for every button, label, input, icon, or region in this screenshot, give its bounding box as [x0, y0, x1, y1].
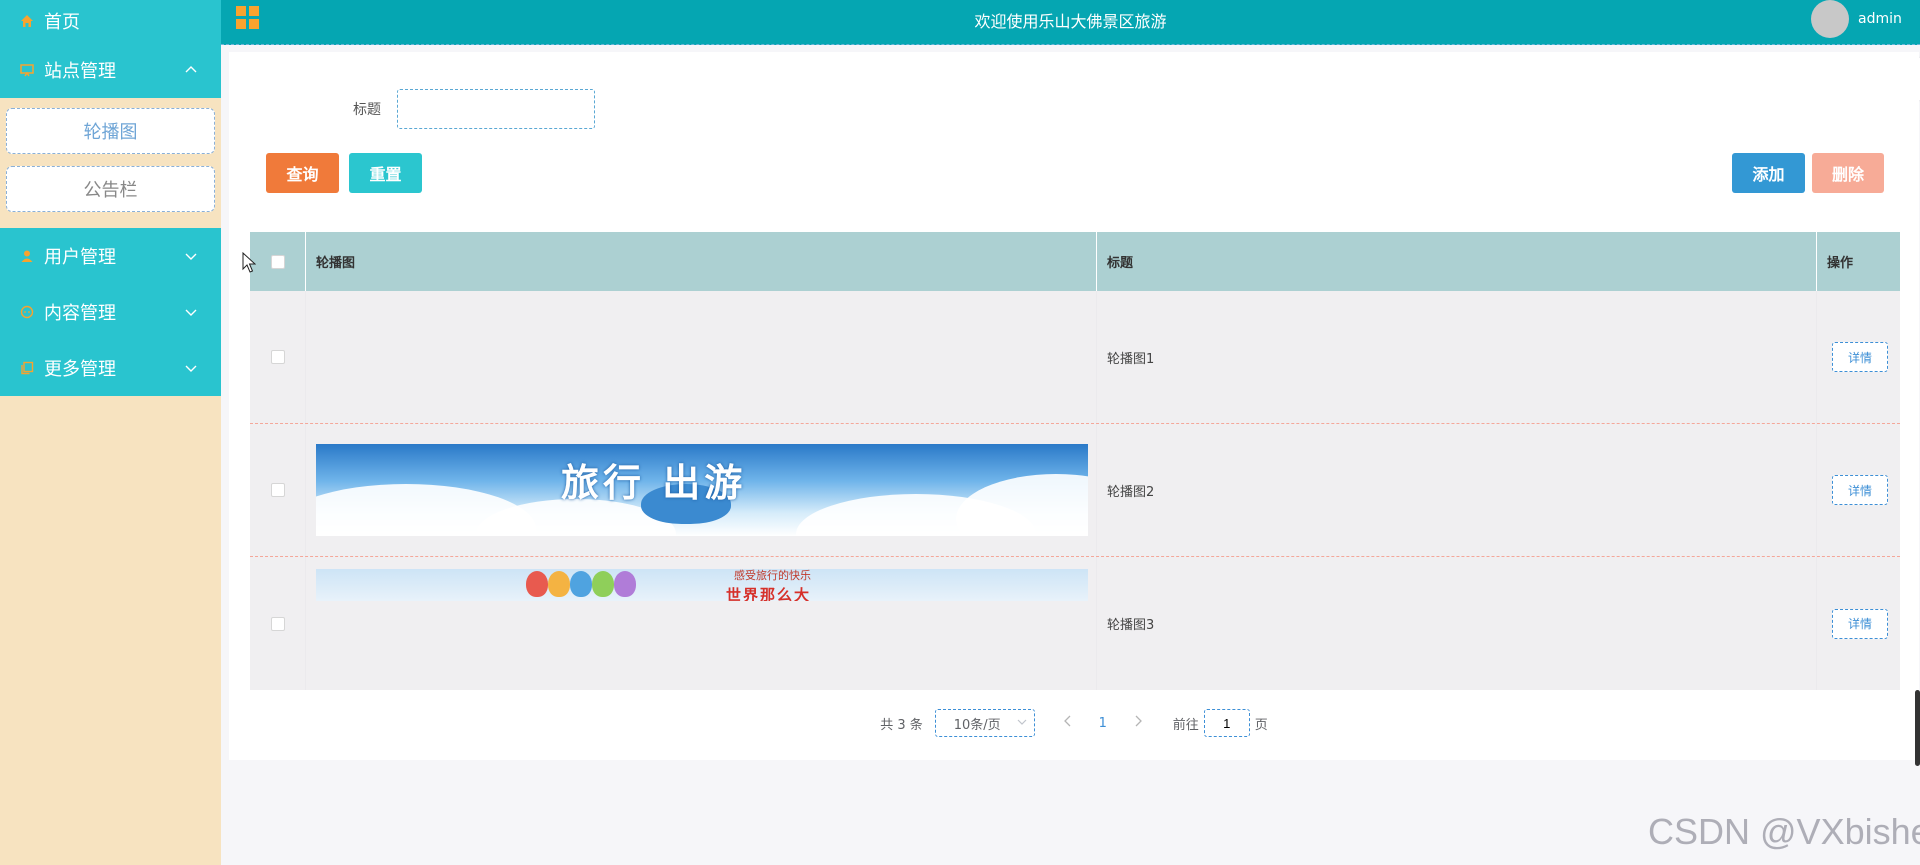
- sidebar-item-label: 更多管理: [44, 359, 116, 380]
- search-title-label: 标题: [353, 102, 381, 118]
- sidebar-item-label: 首页: [44, 12, 80, 33]
- table-row: 轮播图1 详情: [250, 291, 1900, 424]
- copy-icon: [18, 361, 36, 375]
- reset-button[interactable]: 重置: [349, 153, 422, 193]
- page-suffix-label: 页: [1254, 717, 1268, 733]
- carousel-image-2-text: 旅行 出游: [561, 460, 747, 505]
- detail-button[interactable]: 详情: [1832, 342, 1888, 372]
- sidebar-item-notice[interactable]: 公告栏: [6, 166, 215, 212]
- carousel-image-2: 旅行 出游: [316, 444, 1088, 536]
- avatar[interactable]: [1811, 0, 1849, 38]
- user-icon: [18, 249, 36, 263]
- goto-label: 前往: [1172, 717, 1199, 733]
- page-number-current[interactable]: 1: [1083, 716, 1123, 731]
- row-checkbox-cell: [250, 291, 306, 423]
- page-size-value: 10条/页: [953, 717, 1001, 733]
- sidebar-item-label: 内容管理: [44, 303, 116, 324]
- sidebar-item-more-management[interactable]: 更多管理: [0, 340, 221, 396]
- next-page-icon[interactable]: [1123, 715, 1153, 731]
- chevron-down-icon: [1016, 716, 1028, 728]
- table-row: 感受旅行的快乐 世界那么大 轮播图3 详情: [250, 557, 1900, 690]
- sidebar-item-label: 站点管理: [44, 61, 116, 82]
- watermark: CSDN @VXbishe: [1648, 811, 1920, 852]
- carousel-image-3-line1: 感受旅行的快乐: [734, 569, 811, 582]
- row-checkbox-cell: [250, 557, 306, 690]
- chevron-up-icon: [183, 62, 199, 78]
- header-checkbox-cell: [250, 232, 306, 291]
- row-checkbox[interactable]: [270, 350, 285, 364]
- home-icon: [18, 14, 36, 28]
- content-card: 标题 查询 重置 添加 删除 轮播图 标题 操作 轮播图1 详情 旅行 出游 轮…: [229, 52, 1919, 760]
- row-action-cell: 详情: [1817, 291, 1900, 423]
- row-image-cell: 旅行 出游: [306, 424, 1097, 556]
- chevron-down-icon: [183, 360, 199, 376]
- pagination-total: 共 3 条: [880, 717, 923, 733]
- row-checkbox[interactable]: [270, 616, 285, 631]
- prev-page-icon[interactable]: [1053, 715, 1083, 731]
- row-checkbox-cell: [250, 424, 306, 556]
- select-all-checkbox[interactable]: [270, 254, 285, 269]
- monitor-icon: [18, 63, 36, 77]
- delete-button[interactable]: 删除: [1812, 153, 1884, 193]
- sidebar: 首页 站点管理 轮播图 公告栏 用户管理 内容管理 更多管理: [0, 0, 221, 865]
- chat-icon: [18, 305, 36, 319]
- top-header: 欢迎使用乐山大佛景区旅游 admin: [221, 0, 1920, 45]
- carousel-image-3-line2: 世界那么大: [726, 586, 812, 601]
- pagination: 共 3 条 10条/页 1 前往 页: [229, 708, 1919, 738]
- chevron-down-icon: [183, 248, 199, 264]
- table-row: 旅行 出游 轮播图2 详情: [250, 424, 1900, 557]
- detail-button[interactable]: 详情: [1832, 475, 1888, 505]
- carousel-table: 轮播图 标题 操作 轮播图1 详情 旅行 出游 轮播图2 详情 感受旅行的快乐 …: [250, 232, 1900, 690]
- row-image-cell: [306, 291, 1097, 423]
- query-button[interactable]: 查询: [266, 153, 339, 193]
- detail-button[interactable]: 详情: [1832, 608, 1888, 639]
- row-title: 轮播图3: [1097, 557, 1817, 690]
- scrollbar-thumb[interactable]: [1915, 690, 1920, 766]
- sidebar-item-content-management[interactable]: 内容管理: [0, 284, 221, 340]
- column-header-image[interactable]: 轮播图: [306, 232, 1097, 291]
- page-title: 欢迎使用乐山大佛景区旅游: [974, 12, 1167, 31]
- chevron-down-icon: [183, 304, 199, 320]
- row-title: 轮播图1: [1097, 291, 1817, 423]
- row-action-cell: 详情: [1817, 557, 1900, 690]
- goto-page-input[interactable]: [1203, 709, 1250, 737]
- sidebar-item-user-management[interactable]: 用户管理: [0, 228, 221, 284]
- sidebar-item-site-management[interactable]: 站点管理: [0, 42, 221, 98]
- sidebar-item-label: 用户管理: [44, 247, 116, 268]
- column-header-action: 操作: [1827, 256, 1854, 271]
- row-checkbox[interactable]: [270, 483, 285, 497]
- column-header-title[interactable]: 标题: [1097, 232, 1817, 291]
- mouse-cursor-icon: [242, 252, 256, 273]
- site-management-submenu: 轮播图 公告栏: [0, 98, 221, 228]
- sidebar-item-carousel[interactable]: 轮播图: [6, 108, 215, 154]
- page-size-select[interactable]: 10条/页: [934, 709, 1035, 737]
- sidebar-item-home[interactable]: 首页: [0, 0, 221, 42]
- add-button[interactable]: 添加: [1732, 153, 1805, 193]
- search-title-input[interactable]: [397, 89, 595, 129]
- row-image-cell: 感受旅行的快乐 世界那么大: [306, 557, 1097, 690]
- username-label[interactable]: admin: [1858, 11, 1902, 27]
- row-action-cell: 详情: [1817, 424, 1900, 556]
- carousel-image-3: 感受旅行的快乐 世界那么大: [316, 569, 1088, 601]
- table-header: 轮播图 标题 操作: [250, 232, 1900, 291]
- row-title: 轮播图2: [1097, 424, 1817, 556]
